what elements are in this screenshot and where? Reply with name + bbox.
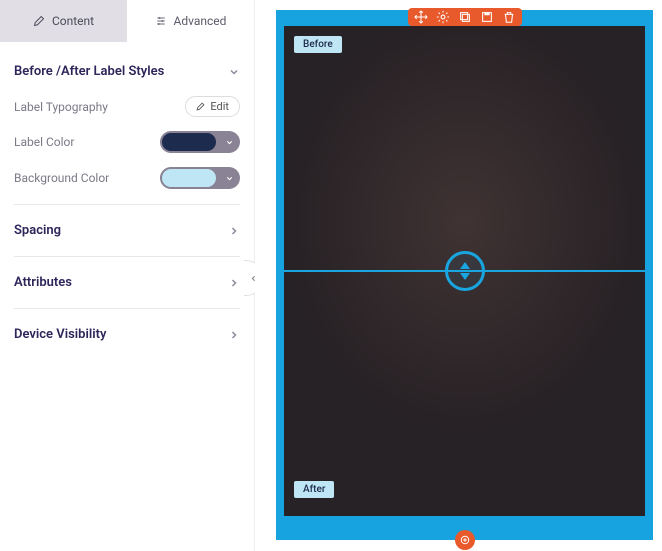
- before-after-widget[interactable]: Before After: [284, 26, 645, 516]
- tab-advanced[interactable]: Advanced: [127, 0, 254, 42]
- gear-icon[interactable]: [436, 10, 450, 24]
- sidebar-tabs: Content Advanced: [0, 0, 254, 42]
- duplicate-icon[interactable]: [458, 10, 472, 24]
- triangle-up-icon: [460, 262, 470, 269]
- pencil-icon: [33, 15, 45, 27]
- slider-drag-handle[interactable]: [445, 251, 485, 291]
- divider: [14, 256, 240, 257]
- trash-icon[interactable]: [502, 10, 516, 24]
- label-typography-text: Label Typography: [14, 100, 108, 114]
- triangle-down-icon: [460, 273, 470, 280]
- section-attributes-header[interactable]: Attributes: [14, 265, 240, 300]
- add-module-button[interactable]: [455, 530, 475, 550]
- row-label-typography: Label Typography Edit: [14, 89, 240, 124]
- section-label-styles-title: Before /After Label Styles: [14, 64, 164, 79]
- plus-icon: [460, 535, 470, 545]
- section-spacing-header[interactable]: Spacing: [14, 213, 240, 248]
- color-swatch-dropdown[interactable]: [218, 138, 240, 147]
- settings-panel: Before /After Label Styles Label Typogra…: [0, 42, 254, 364]
- section-device-visibility-header[interactable]: Device Visibility: [14, 317, 240, 352]
- pencil-icon: [196, 102, 205, 111]
- save-icon[interactable]: [480, 10, 494, 24]
- color-swatch-preview: [160, 131, 218, 153]
- tab-advanced-label: Advanced: [174, 14, 227, 28]
- chevron-right-icon: [228, 277, 240, 289]
- divider: [14, 308, 240, 309]
- widget-toolbar: [408, 8, 522, 26]
- after-label-pill: After: [294, 481, 334, 498]
- tab-content-label: Content: [52, 14, 94, 28]
- section-device-visibility-title: Device Visibility: [14, 327, 106, 342]
- chevron-down-icon: [228, 66, 240, 78]
- section-spacing-title: Spacing: [14, 223, 61, 238]
- chevron-down-icon: [225, 138, 234, 147]
- canvas: Before After: [255, 0, 662, 551]
- tab-content[interactable]: Content: [0, 0, 127, 42]
- background-color-swatch[interactable]: [160, 167, 240, 189]
- chevron-right-icon: [228, 225, 240, 237]
- section-label-styles-header[interactable]: Before /After Label Styles: [14, 54, 240, 89]
- move-icon[interactable]: [414, 10, 428, 24]
- edit-button-label: Edit: [210, 100, 229, 113]
- label-color-text: Label Color: [14, 135, 74, 149]
- widget-frame[interactable]: Before After: [276, 10, 653, 540]
- chevron-down-icon: [225, 174, 234, 183]
- chevron-right-icon: [228, 329, 240, 341]
- color-swatch-preview: [160, 167, 218, 189]
- label-color-swatch[interactable]: [160, 131, 240, 153]
- settings-sidebar: Content Advanced Before /After Label Sty…: [0, 0, 255, 551]
- sliders-icon: [155, 15, 167, 27]
- color-swatch-dropdown[interactable]: [218, 174, 240, 183]
- edit-typography-button[interactable]: Edit: [185, 96, 240, 117]
- divider: [14, 204, 240, 205]
- section-attributes-title: Attributes: [14, 275, 72, 290]
- before-label-pill: Before: [294, 36, 342, 53]
- row-label-color: Label Color: [14, 124, 240, 160]
- row-background-color: Background Color: [14, 160, 240, 196]
- background-color-text: Background Color: [14, 171, 109, 185]
